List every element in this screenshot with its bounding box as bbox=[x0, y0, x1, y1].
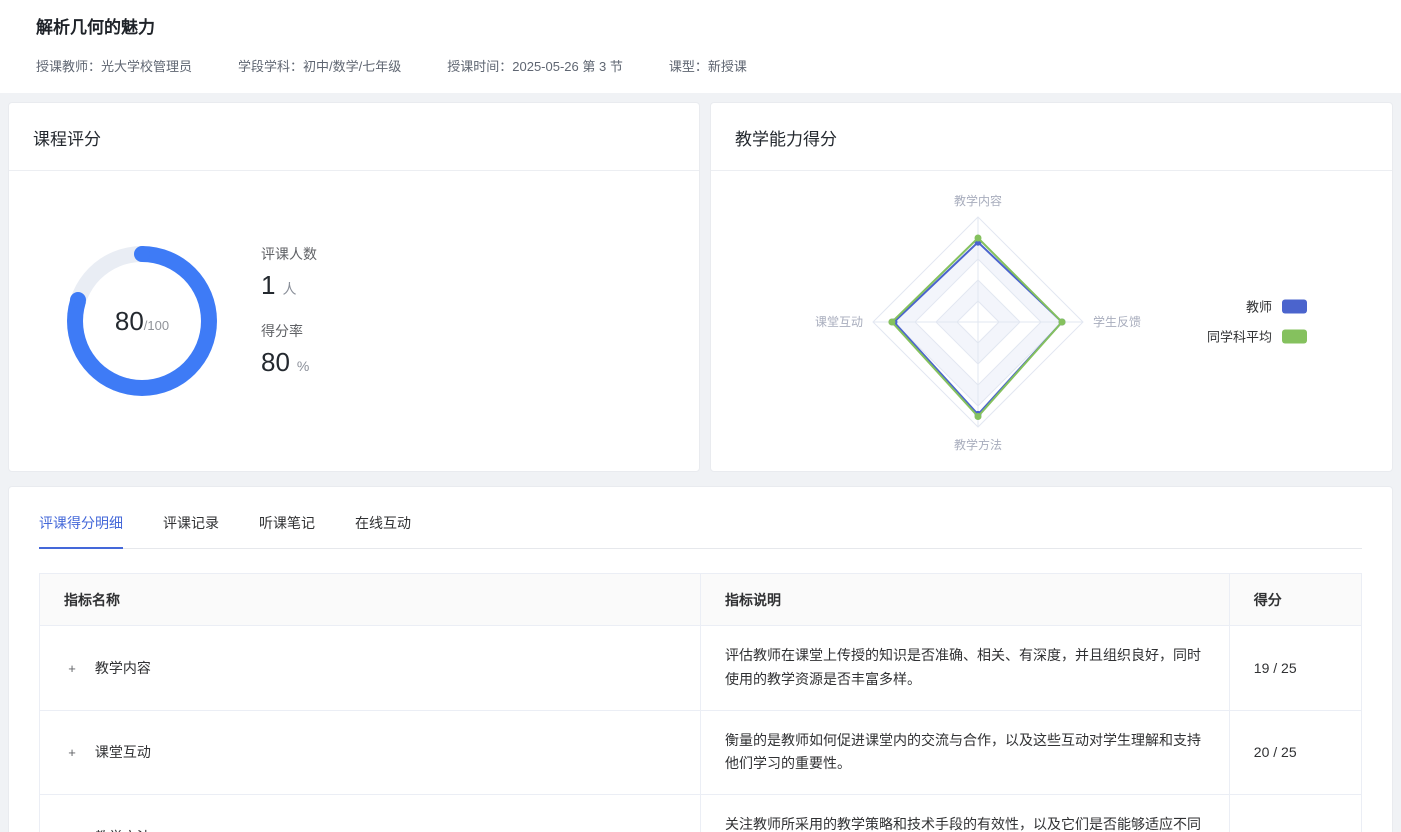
indicator-name: 课堂互动 bbox=[95, 744, 151, 760]
teaching-ability-card: 教学能力得分 教学内容学生反馈教学方法 课堂互动 教师 同学科平均 bbox=[710, 102, 1393, 472]
page-title: 解析几何的魅力 bbox=[36, 13, 1365, 38]
score-card-title: 课程评分 bbox=[9, 103, 699, 171]
indicator-description: 衡量的是教师如何促进课堂内的交流与合作，以及这些互动对学生理解和支持他们学习的重… bbox=[701, 710, 1230, 795]
column-header-score: 得分 bbox=[1229, 574, 1361, 626]
indicator-description: 评估教师在课堂上传授的知识是否准确、相关、有深度，并且组织良好，同时使用的教学资… bbox=[701, 626, 1230, 711]
detail-tabs: 评课得分明细 评课记录 听课笔记 在线互动 bbox=[39, 513, 1362, 549]
indicator-table: 指标名称 指标说明 得分 + 教学内容 评估教师在课堂上传授的知识是否准确、相关… bbox=[39, 573, 1362, 832]
legend-label-subject-average: 同学科平均 bbox=[1207, 327, 1272, 346]
stat-value-raters: 1 人 bbox=[261, 270, 317, 301]
legend-swatch-teacher-icon bbox=[1282, 299, 1307, 313]
indicator-name-cell: + 教学内容 bbox=[40, 626, 701, 711]
score-stats: 评课人数 1 人 得分率 80 % bbox=[261, 244, 317, 398]
stat-value-rate: 80 % bbox=[261, 347, 317, 378]
tab-online-interaction[interactable]: 在线互动 bbox=[355, 513, 411, 548]
tab-review-records[interactable]: 评课记录 bbox=[163, 513, 219, 548]
meta-teacher: 授课教师：光大学校管理员 bbox=[36, 56, 192, 75]
svg-text:教学内容: 教学内容 bbox=[954, 193, 1002, 208]
legend-item-subject-average[interactable]: 同学科平均 bbox=[1207, 327, 1307, 346]
indicator-description: 关注教师所采用的教学策略和技术手段的有效性，以及它们是否能够适应不同的学习风格和… bbox=[701, 795, 1230, 832]
score-card-body: 80 /100 评课人数 1 人 得分率 80 % bbox=[9, 171, 699, 471]
table-row: + 课堂互动 衡量的是教师如何促进课堂内的交流与合作，以及这些互动对学生理解和支… bbox=[40, 710, 1362, 795]
donut-chart: 80 /100 bbox=[67, 246, 217, 396]
stat-label-raters: 评课人数 bbox=[261, 244, 317, 264]
radar-card-body: 教学内容学生反馈教学方法 课堂互动 教师 同学科平均 bbox=[711, 171, 1392, 471]
column-header-description: 指标说明 bbox=[701, 574, 1230, 626]
svg-text:教学方法: 教学方法 bbox=[954, 437, 1002, 452]
stat-label-rate: 得分率 bbox=[261, 321, 317, 341]
tab-listening-notes[interactable]: 听课笔记 bbox=[259, 513, 315, 548]
table-header-row: 指标名称 指标说明 得分 bbox=[40, 574, 1362, 626]
legend-item-teacher[interactable]: 教师 bbox=[1246, 297, 1307, 316]
svg-text:课堂互动: 课堂互动 bbox=[815, 315, 863, 329]
meta-subject: 学段学科：初中/数学/七年级 bbox=[238, 56, 401, 75]
page: 解析几何的魅力 授课教师：光大学校管理员 学段学科：初中/数学/七年级 授课时间… bbox=[0, 0, 1401, 832]
indicator-score: 22 / 25 bbox=[1229, 795, 1361, 832]
radar-chart: 教学内容学生反馈教学方法 课堂互动 bbox=[763, 172, 1193, 470]
table-row: + 教学方法 关注教师所采用的教学策略和技术手段的有效性，以及它们是否能够适应不… bbox=[40, 795, 1362, 832]
course-meta: 授课教师：光大学校管理员 学段学科：初中/数学/七年级 授课时间：2025-05… bbox=[36, 56, 1365, 75]
table-row: + 教学内容 评估教师在课堂上传授的知识是否准确、相关、有深度，并且组织良好，同… bbox=[40, 626, 1362, 711]
tab-score-detail[interactable]: 评课得分明细 bbox=[39, 513, 123, 549]
donut-score-max: /100 bbox=[144, 318, 169, 333]
indicator-name-cell: + 教学方法 bbox=[40, 795, 701, 832]
radar-card-title: 教学能力得分 bbox=[711, 103, 1392, 171]
detail-section: 评课得分明细 评课记录 听课笔记 在线互动 指标名称 指标说明 得分 + 教学内… bbox=[8, 486, 1393, 832]
legend-label-teacher: 教师 bbox=[1246, 297, 1272, 316]
legend-swatch-subject-average-icon bbox=[1282, 329, 1307, 343]
indicator-score: 20 / 25 bbox=[1229, 710, 1361, 795]
svg-text:学生反馈: 学生反馈 bbox=[1093, 314, 1141, 329]
column-header-name: 指标名称 bbox=[40, 574, 701, 626]
indicator-score: 19 / 25 bbox=[1229, 626, 1361, 711]
meta-course-type: 课型：新授课 bbox=[669, 56, 747, 75]
indicator-name-cell: + 课堂互动 bbox=[40, 710, 701, 795]
donut-center: 80 /100 bbox=[83, 262, 201, 380]
summary-cards: 课程评分 80 /100 评课人数 1 人 得分率 bbox=[8, 102, 1393, 472]
course-score-card: 课程评分 80 /100 评课人数 1 人 得分率 bbox=[8, 102, 700, 472]
indicator-name: 教学内容 bbox=[95, 660, 151, 676]
expand-icon[interactable]: + bbox=[66, 661, 78, 676]
donut-score-value: 80 bbox=[115, 306, 144, 337]
expand-icon[interactable]: + bbox=[66, 745, 78, 760]
course-header: 解析几何的魅力 授课教师：光大学校管理员 学段学科：初中/数学/七年级 授课时间… bbox=[0, 0, 1401, 93]
radar-legend: 教师 同学科平均 bbox=[1207, 297, 1307, 346]
meta-time: 授课时间：2025-05-26 第 3 节 bbox=[447, 56, 623, 75]
